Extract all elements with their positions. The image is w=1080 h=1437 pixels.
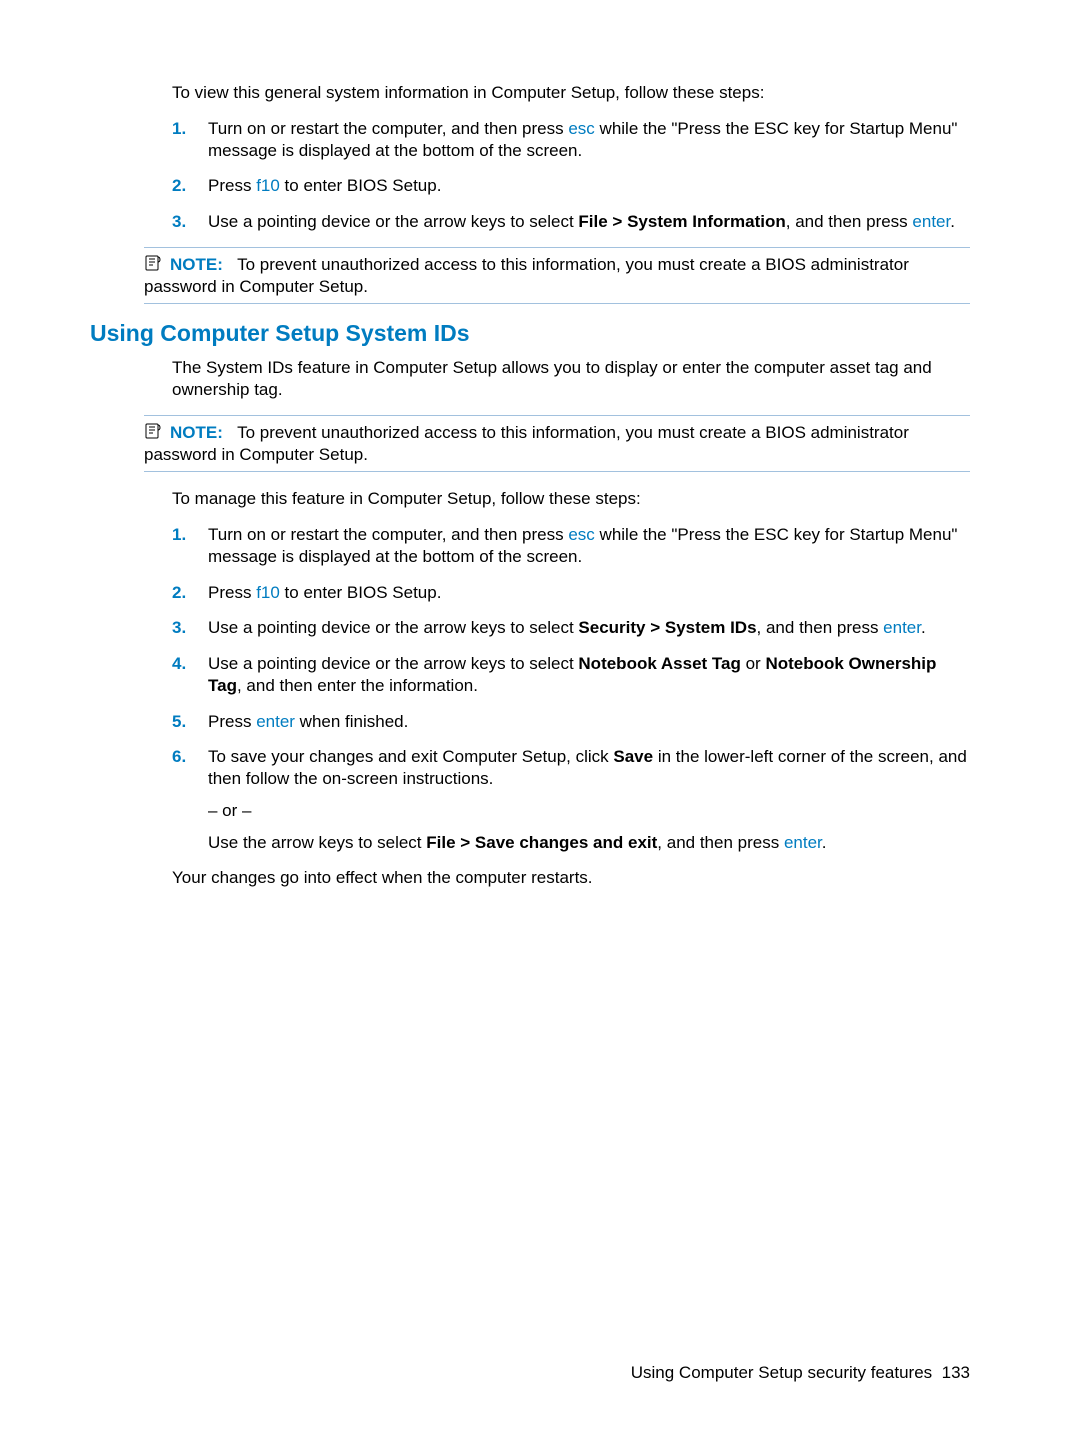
paragraph-system-ids: The System IDs feature in Computer Setup…	[172, 357, 970, 401]
paragraph-intro1: To view this general system information …	[172, 82, 970, 104]
step-text: .	[921, 618, 926, 637]
note-text: To prevent unauthorized access to this i…	[144, 423, 909, 464]
step-text: Press	[208, 583, 256, 602]
paragraph-closing: Your changes go into effect when the com…	[172, 867, 970, 889]
step-text: Use a pointing device or the arrow keys …	[208, 212, 578, 231]
footer-section-title: Using Computer Setup security features	[631, 1363, 932, 1382]
note-box-1: NOTE: To prevent unauthorized access to …	[144, 247, 970, 305]
step-number: 3.	[172, 211, 186, 233]
field-name: Notebook Asset Tag	[578, 654, 740, 673]
step-number: 2.	[172, 582, 186, 604]
step-2-1: 1. Turn on or restart the computer, and …	[172, 524, 970, 568]
step-1-2: 2. Press f10 to enter BIOS Setup.	[172, 175, 970, 197]
step-2-2: 2. Press f10 to enter BIOS Setup.	[172, 582, 970, 604]
step-number: 5.	[172, 711, 186, 733]
footer-page-number: 133	[942, 1363, 970, 1382]
step-text: , and then enter the information.	[237, 676, 478, 695]
step-text: , and then press	[786, 212, 913, 231]
key-enter: enter	[256, 712, 295, 731]
button-name: Save	[613, 747, 653, 766]
note-box-2: NOTE: To prevent unauthorized access to …	[144, 415, 970, 473]
step-text: .	[950, 212, 955, 231]
step-text: Turn on or restart the computer, and the…	[208, 119, 568, 138]
step-text: , and then press	[757, 618, 884, 637]
step-text: .	[822, 833, 827, 852]
note-icon	[144, 254, 166, 272]
step-number: 6.	[172, 746, 186, 768]
step-number: 2.	[172, 175, 186, 197]
procedure-2: 1. Turn on or restart the computer, and …	[172, 524, 970, 853]
key-esc: esc	[568, 119, 594, 138]
step-text: Use a pointing device or the arrow keys …	[208, 618, 578, 637]
step-text: when finished.	[295, 712, 408, 731]
step-text: Use a pointing device or the arrow keys …	[208, 654, 578, 673]
heading-system-ids: Using Computer Setup System IDs	[90, 320, 970, 347]
step-text: Use the arrow keys to select	[208, 833, 426, 852]
key-enter: enter	[912, 212, 950, 231]
or-text: – or –	[208, 800, 970, 822]
key-enter: enter	[883, 618, 921, 637]
note-label: NOTE:	[170, 255, 223, 274]
note-icon	[144, 422, 166, 440]
note-text: To prevent unauthorized access to this i…	[144, 255, 909, 296]
procedure-1: 1. Turn on or restart the computer, and …	[172, 118, 970, 233]
step-2-3: 3. Use a pointing device or the arrow ke…	[172, 617, 970, 639]
key-esc: esc	[568, 525, 594, 544]
step-text: to enter BIOS Setup.	[280, 176, 442, 195]
key-enter: enter	[784, 833, 822, 852]
step-text: Press	[208, 176, 256, 195]
page-footer: Using Computer Setup security features 1…	[631, 1363, 970, 1383]
step-text: Turn on or restart the computer, and the…	[208, 525, 568, 544]
step-text: Press	[208, 712, 256, 731]
step-number: 1.	[172, 118, 186, 140]
step-1-3: 3. Use a pointing device or the arrow ke…	[172, 211, 970, 233]
step-number: 3.	[172, 617, 186, 639]
key-f10: f10	[256, 176, 280, 195]
step-2-5: 5. Press enter when finished.	[172, 711, 970, 733]
step-number: 1.	[172, 524, 186, 546]
step-alt: Use the arrow keys to select File > Save…	[208, 832, 970, 854]
note-label: NOTE:	[170, 423, 223, 442]
step-text: to enter BIOS Setup.	[280, 583, 442, 602]
step-2-4: 4. Use a pointing device or the arrow ke…	[172, 653, 970, 697]
step-number: 4.	[172, 653, 186, 675]
step-text: or	[741, 654, 766, 673]
menu-path: File > Save changes and exit	[426, 833, 657, 852]
step-2-6: 6. To save your changes and exit Compute…	[172, 746, 970, 853]
menu-path: Security > System IDs	[578, 618, 756, 637]
paragraph-manage-intro: To manage this feature in Computer Setup…	[172, 488, 970, 510]
step-text: To save your changes and exit Computer S…	[208, 747, 613, 766]
step-text: , and then press	[657, 833, 784, 852]
step-1-1: 1. Turn on or restart the computer, and …	[172, 118, 970, 162]
menu-path: File > System Information	[578, 212, 785, 231]
key-f10: f10	[256, 583, 280, 602]
